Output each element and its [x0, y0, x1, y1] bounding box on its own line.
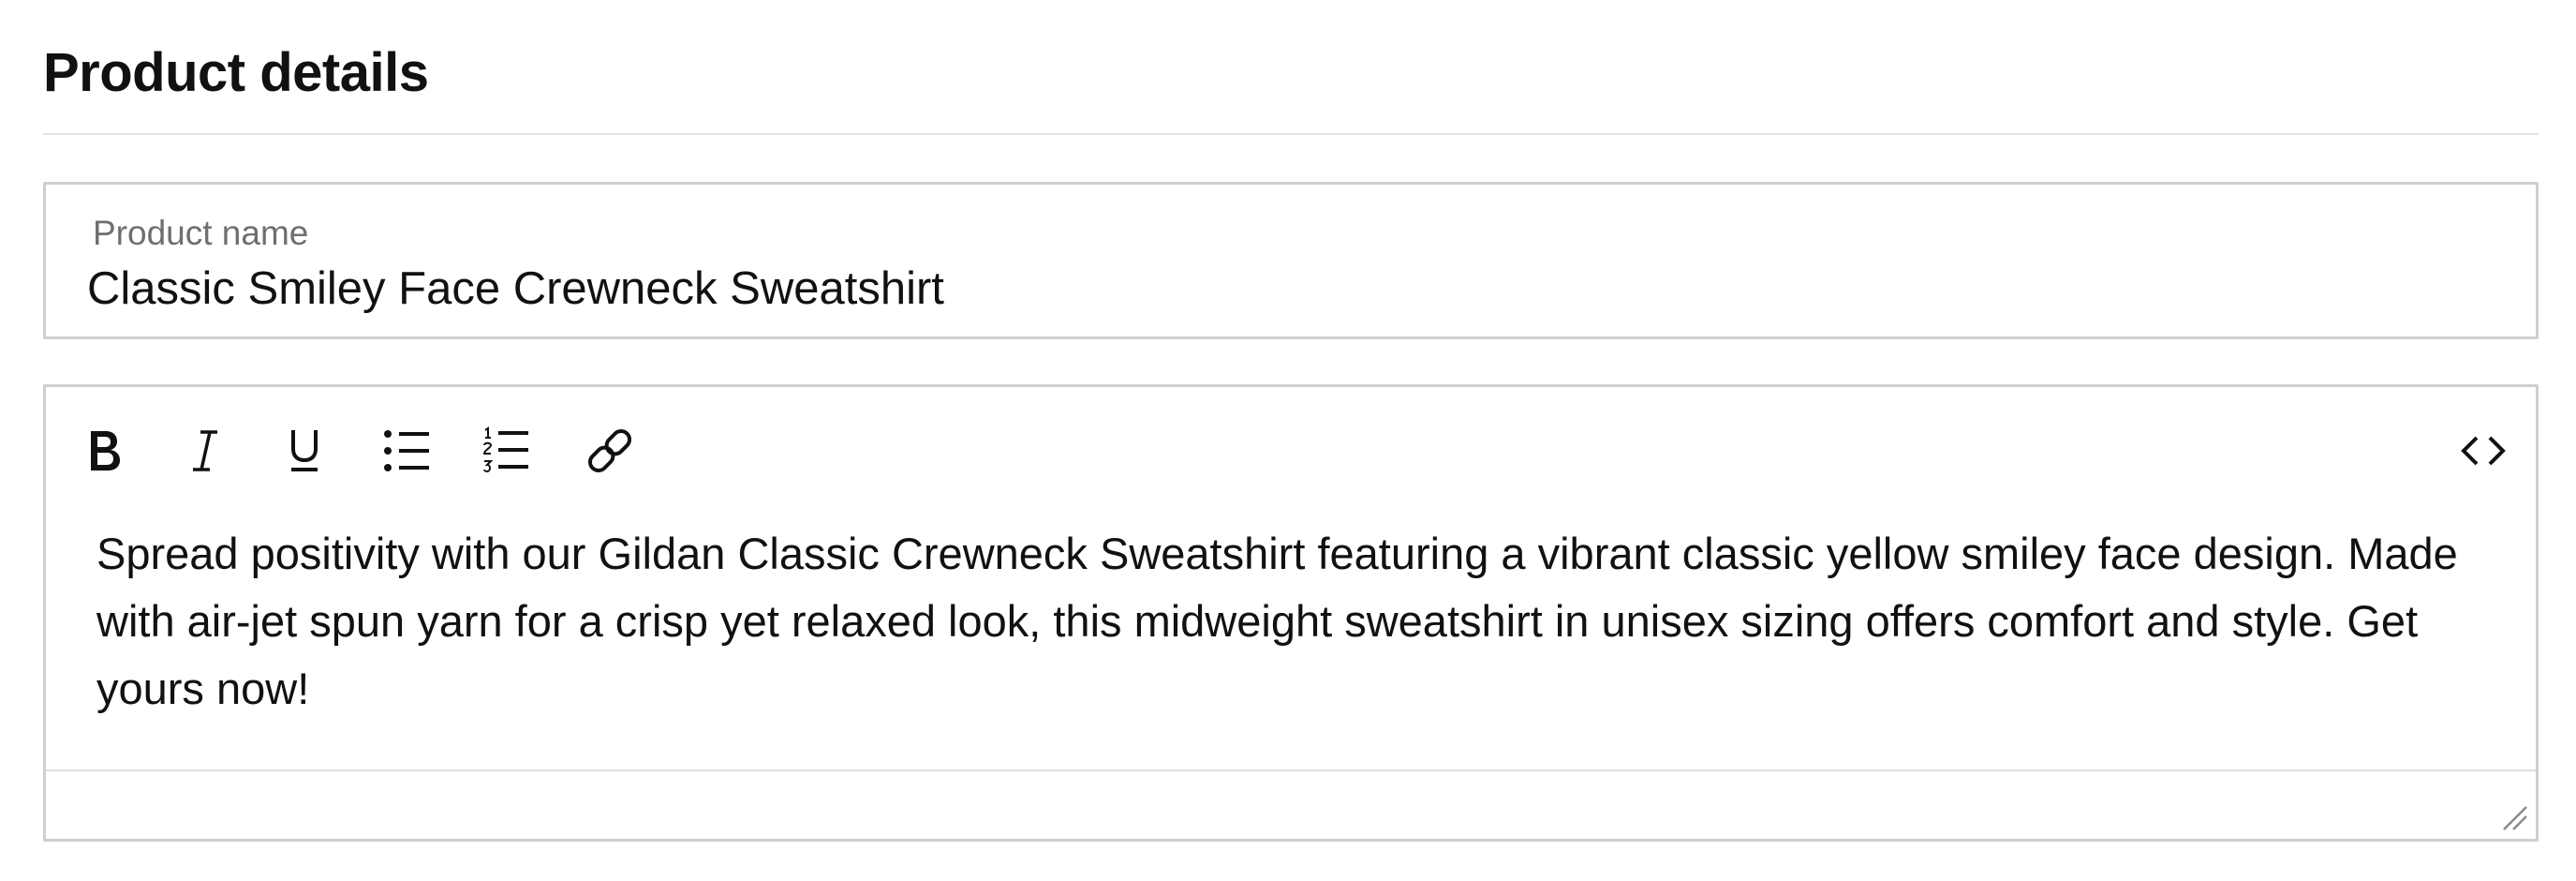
bulleted-list-button[interactable]: [368, 411, 447, 490]
editor-footer: [46, 769, 2536, 839]
link-button[interactable]: [570, 411, 649, 490]
product-name-input[interactable]: [87, 258, 2485, 320]
bulleted-list-icon: [384, 430, 429, 471]
page-title: Product details: [43, 42, 429, 103]
numbered-list-icon: [482, 426, 528, 473]
italic-icon: [193, 430, 217, 471]
bold-icon: [91, 431, 120, 470]
underline-button[interactable]: [265, 411, 344, 490]
description-editor: Spread positivity with our Gildan Classi…: [43, 384, 2539, 842]
description-content[interactable]: Spread positivity with our Gildan Classi…: [96, 520, 2495, 723]
product-details-page: Product details Product name Classic Smi…: [0, 0, 2576, 881]
product-name-field[interactable]: Product name: [43, 182, 2539, 339]
underline-icon: [291, 430, 318, 471]
product-name-label: Product name: [93, 214, 309, 252]
resize-handle-icon[interactable]: [2500, 803, 2528, 831]
source-code-button[interactable]: [2444, 411, 2523, 490]
numbered-list-button[interactable]: [467, 411, 546, 490]
code-icon: [2461, 436, 2506, 466]
link-icon: [587, 428, 632, 473]
bold-button[interactable]: [65, 411, 143, 490]
italic-button[interactable]: [166, 411, 244, 490]
title-divider: [43, 133, 2539, 135]
